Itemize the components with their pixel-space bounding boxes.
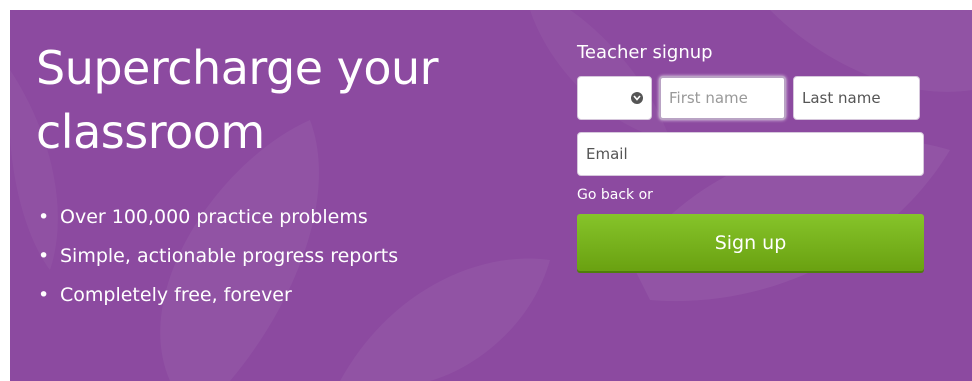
list-item: • Over 100,000 practice problems [36, 198, 398, 237]
feature-text: Completely free, forever [60, 284, 292, 306]
feature-list: • Over 100,000 practice problems • Simple,… [36, 198, 398, 315]
feature-text: Over 100,000 practice problems [60, 206, 368, 228]
list-item: • Simple, actionable progress reports [36, 237, 398, 276]
first-name-input[interactable] [659, 76, 786, 120]
name-row [577, 76, 924, 120]
teacher-signup-form: Teacher signup Go back or Sign up [577, 40, 924, 271]
bullet-icon: • [38, 284, 50, 306]
list-item: • Completely free, forever [36, 276, 398, 315]
chevron-down-icon [631, 92, 643, 104]
bullet-icon: • [38, 206, 50, 228]
go-back-link[interactable]: Go back or [577, 185, 924, 205]
sign-up-button[interactable]: Sign up [577, 214, 924, 271]
feature-text: Simple, actionable progress reports [60, 245, 399, 267]
headline: Supercharge your classroom [36, 41, 439, 159]
last-name-input[interactable] [793, 76, 920, 120]
email-input[interactable] [577, 132, 924, 176]
signup-hero: Supercharge your classroom • Over 100,000… [10, 10, 972, 381]
signup-title: Teacher signup [577, 42, 713, 63]
title-select[interactable] [577, 76, 652, 120]
bullet-icon: • [38, 245, 50, 267]
